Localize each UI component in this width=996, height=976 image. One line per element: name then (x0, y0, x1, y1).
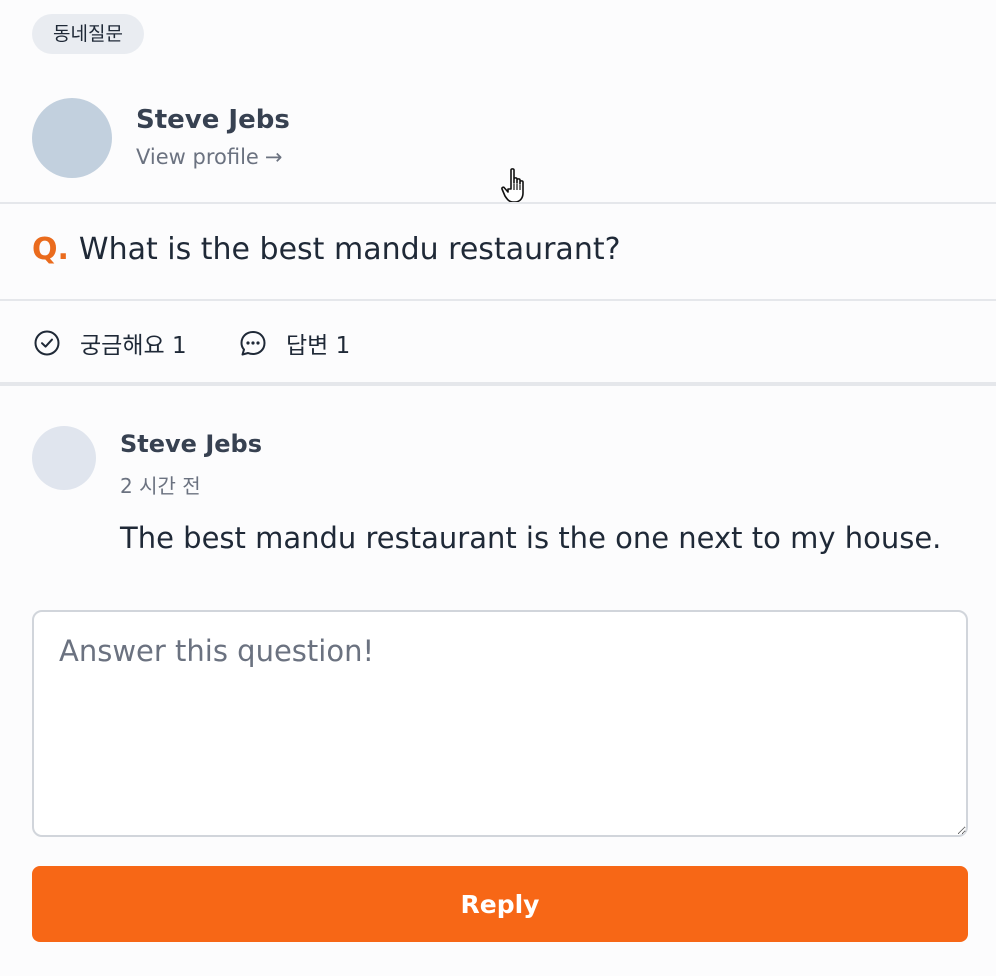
question-detail-page: 동네질문 Steve Jebs View profile → Q. What is … (0, 0, 996, 976)
author-name: Steve Jebs (136, 105, 290, 135)
answer-author-avatar[interactable] (32, 426, 96, 490)
answers-button[interactable]: 답변 1 (238, 325, 350, 361)
arrow-right-icon: → (264, 145, 283, 169)
category-badge: 동네질문 (32, 14, 144, 54)
curious-count: 궁금해요 1 (80, 333, 187, 359)
reply-button[interactable]: Reply (32, 866, 968, 942)
view-profile-link[interactable]: View profile → (136, 145, 282, 169)
divider (0, 202, 996, 204)
answer-input[interactable] (32, 610, 968, 837)
view-profile-label: View profile (136, 145, 259, 169)
answer-author-name: Steve Jebs (120, 430, 262, 458)
answer-text: The best mandu restaurant is the one nex… (120, 521, 942, 555)
question-title: Q. What is the best mandu restaurant? (32, 232, 621, 267)
hand-pointer-icon (501, 168, 524, 203)
check-circle-icon (34, 330, 60, 356)
divider (0, 299, 996, 301)
question-text: What is the best mandu restaurant? (78, 232, 621, 267)
chat-bubble-icon (240, 331, 266, 356)
section-divider (0, 382, 996, 386)
answers-count: 답변 1 (286, 333, 351, 359)
answer-timestamp: 2 시간 전 (120, 474, 201, 498)
question-prefix: Q. (32, 232, 69, 267)
author-avatar[interactable] (32, 98, 112, 178)
curious-button[interactable]: 궁금해요 1 (32, 325, 187, 361)
